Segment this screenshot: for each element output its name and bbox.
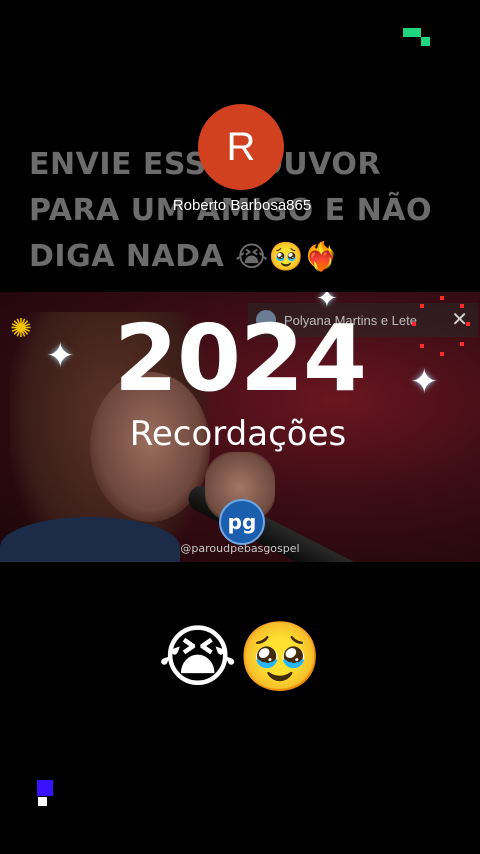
author-avatar[interactable]: R <box>198 104 284 190</box>
headline-line-3: DIGA NADA 😭🥹❤️‍🔥 <box>29 234 459 280</box>
channel-logo: pg <box>219 499 265 545</box>
reaction-emojis: 😭🥹 <box>158 618 323 697</box>
video-year: 2024 <box>113 305 367 412</box>
video-subtitle: Recordações <box>129 414 347 454</box>
corner-pixel-white <box>38 797 47 806</box>
author-name[interactable]: Roberto Barbosa865 <box>166 197 318 214</box>
channel-handle: @paroudpebasgospel <box>180 542 300 555</box>
corner-indicator <box>403 28 433 48</box>
headline-emojis: 😭🥹❤️‍🔥 <box>235 240 340 273</box>
video-player[interactable]: Polyana Martins e Lete ✕ ✺ ✦ ✦ ✦ 2024 Re… <box>0 292 480 562</box>
author-initial: R <box>226 124 256 169</box>
corner-pixel-blue <box>37 780 53 796</box>
headline-line-3-text: DIGA NADA <box>29 239 225 274</box>
